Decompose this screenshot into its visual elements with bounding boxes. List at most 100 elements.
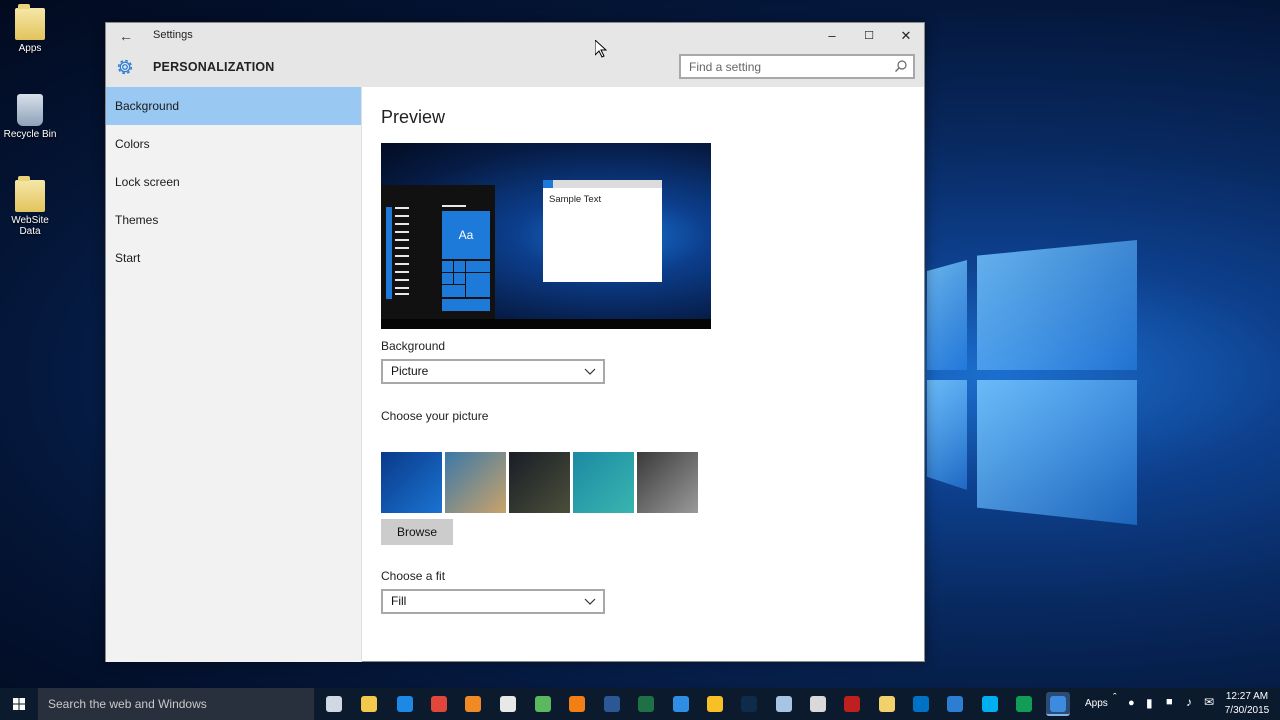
picture-thumbnail[interactable] xyxy=(509,452,570,513)
skype-icon-glyph xyxy=(982,696,998,712)
sidebar-item-start[interactable]: Start xyxy=(106,239,361,277)
fit-dropdown-value: Fill xyxy=(391,594,407,608)
word-icon[interactable] xyxy=(600,692,624,716)
back-arrow-icon[interactable]: ← xyxy=(116,26,136,46)
preview-tile-small xyxy=(466,261,490,272)
settings-icon[interactable] xyxy=(1046,692,1070,716)
vlc-icon-glyph xyxy=(569,696,585,712)
excel-icon-glyph xyxy=(638,696,654,712)
taskbar-search-placeholder: Search the web and Windows xyxy=(48,697,207,711)
apps-tray-label[interactable]: Apps xyxy=(1085,698,1108,720)
preview-menu-line xyxy=(442,205,466,207)
sidebar-item-lock-screen[interactable]: Lock screen xyxy=(106,163,361,201)
picture-thumbnail[interactable] xyxy=(573,452,634,513)
preview-image: Aa Sample Text xyxy=(381,143,711,329)
dropbox-icon[interactable] xyxy=(669,692,693,716)
dropbox-icon-glyph xyxy=(673,696,689,712)
folder-icon[interactable] xyxy=(875,692,899,716)
desktop-icon-label: Recycle Bin xyxy=(3,129,57,140)
taskbar-clock[interactable]: 12:27 AM 7/30/2015 xyxy=(1222,690,1272,718)
chrome-icon[interactable] xyxy=(427,692,451,716)
preview-menu-line xyxy=(395,215,409,217)
desktop-icon-label: Apps xyxy=(18,43,42,54)
filezilla-icon[interactable] xyxy=(840,692,864,716)
sidebar-item-background[interactable]: Background xyxy=(106,87,361,125)
action-center-icon[interactable]: ✉ xyxy=(1204,695,1214,720)
fit-dropdown[interactable]: Fill xyxy=(381,589,605,614)
outlook-icon-glyph xyxy=(913,696,929,712)
gear-icon xyxy=(117,59,133,75)
hangouts-icon[interactable] xyxy=(1012,692,1036,716)
picture-thumbnail[interactable] xyxy=(637,452,698,513)
preview-menu-line xyxy=(395,263,409,265)
desktop-icon-recycle-bin[interactable]: Recycle Bin xyxy=(0,94,60,140)
photoshop-icon[interactable] xyxy=(737,692,761,716)
browse-button[interactable]: Browse xyxy=(381,519,453,545)
vlc-icon[interactable] xyxy=(565,692,589,716)
excel-icon[interactable] xyxy=(634,692,658,716)
preview-taskbar xyxy=(381,319,711,329)
settings-window: ← Settings – ☐ ✕ PERSONALIZATION Find a … xyxy=(105,22,925,662)
chevron-down-icon xyxy=(584,598,596,605)
utorrent-icon[interactable] xyxy=(531,692,555,716)
file-explorer-icon-glyph xyxy=(361,696,377,712)
preview-menu-line xyxy=(395,255,409,257)
minimize-button[interactable]: – xyxy=(814,25,850,47)
search-input[interactable]: Find a setting xyxy=(679,54,915,79)
preview-tile-small xyxy=(442,299,490,311)
notepad-icon[interactable] xyxy=(772,692,796,716)
preview-tile: Aa xyxy=(442,211,490,259)
firefox-icon[interactable] xyxy=(461,692,485,716)
desktop-icon-website-data[interactable]: WebSite Data xyxy=(0,176,60,237)
settings-icon-glyph xyxy=(1050,696,1066,712)
preview-menu-line xyxy=(395,271,409,273)
outlook-icon[interactable] xyxy=(909,692,933,716)
edge-icon[interactable] xyxy=(393,692,417,716)
search-icon[interactable] xyxy=(894,59,908,73)
picture-thumbnail[interactable] xyxy=(445,452,506,513)
choose-picture-label: Choose your picture xyxy=(381,409,489,423)
sidebar-item-colors[interactable]: Colors xyxy=(106,125,361,163)
folder-icon-glyph xyxy=(879,696,895,712)
preview-menu-line xyxy=(395,239,409,241)
word-icon-glyph xyxy=(604,696,620,712)
paint-icon[interactable] xyxy=(806,692,830,716)
folder-icon xyxy=(15,4,45,40)
preview-tile-small xyxy=(454,261,465,272)
task-view-icon[interactable] xyxy=(322,692,346,716)
file-explorer-icon[interactable] xyxy=(357,692,381,716)
preview-window-bar xyxy=(543,180,662,188)
battery-icon[interactable]: ▮ xyxy=(1146,696,1153,720)
recycle-bin-icon xyxy=(17,94,43,126)
store-icon[interactable] xyxy=(496,692,520,716)
desktop-icon-apps[interactable]: Apps xyxy=(0,4,60,54)
windows-start-icon[interactable] xyxy=(0,688,38,720)
firefox-icon-glyph xyxy=(465,696,481,712)
sidebar: Background Colors Lock screen Themes Sta… xyxy=(106,87,362,662)
skype-icon[interactable] xyxy=(978,692,1002,716)
close-button[interactable]: ✕ xyxy=(888,25,924,47)
google-drive-icon[interactable] xyxy=(703,692,727,716)
picture-thumbnails xyxy=(381,452,701,513)
background-dropdown[interactable]: Picture xyxy=(381,359,605,384)
preview-menu-line xyxy=(395,223,409,225)
remote-desktop-icon[interactable] xyxy=(943,692,967,716)
chrome-icon-glyph xyxy=(431,696,447,712)
search-placeholder: Find a setting xyxy=(689,60,762,74)
desktop-icon-label: WebSite Data xyxy=(11,215,49,237)
folder-shortcut-icon xyxy=(15,176,45,212)
preview-menu-line xyxy=(395,287,409,289)
maximize-button[interactable]: ☐ xyxy=(851,25,887,47)
preview-menu-line xyxy=(395,207,409,209)
background-label: Background xyxy=(381,339,446,353)
preview-menu-line xyxy=(395,279,409,281)
network-icon[interactable]: ■ xyxy=(1166,696,1173,720)
chevron-up-icon[interactable]: ˆ xyxy=(1113,692,1117,720)
picture-thumbnail[interactable] xyxy=(381,452,442,513)
store-icon-glyph xyxy=(500,696,516,712)
sidebar-item-themes[interactable]: Themes xyxy=(106,201,361,239)
preview-tile-small xyxy=(442,285,465,297)
volume-icon[interactable]: ♪ xyxy=(1186,695,1192,720)
taskbar-search-input[interactable]: Search the web and Windows xyxy=(38,688,314,720)
people-icon[interactable]: ● xyxy=(1128,697,1135,720)
